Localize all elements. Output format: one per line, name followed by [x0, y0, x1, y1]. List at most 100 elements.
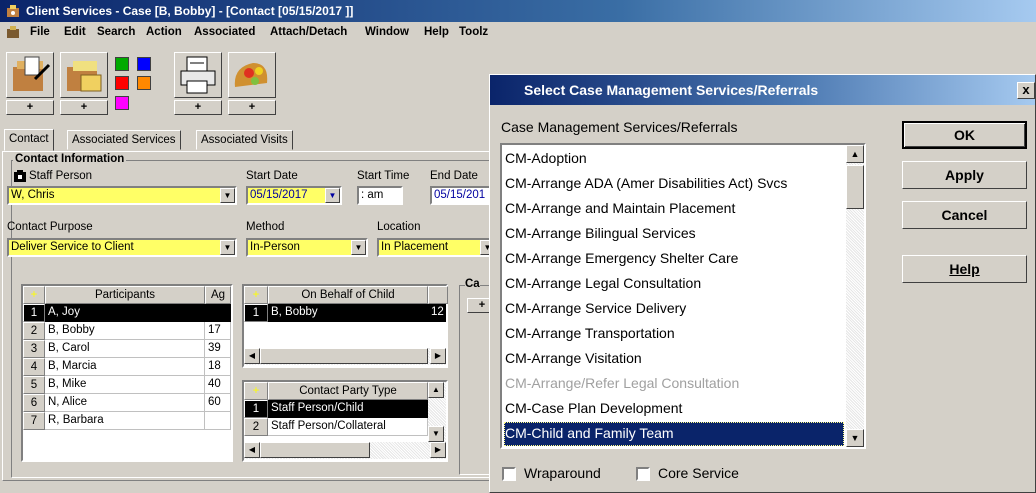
horizontal-scrollbar[interactable]: ◀ ▶: [244, 348, 446, 365]
dropdown-arrow-icon[interactable]: ▼: [220, 240, 235, 255]
menu-associated[interactable]: Associated: [194, 22, 255, 42]
scroll-thumb[interactable]: [260, 348, 428, 364]
dropdown-arrow-icon[interactable]: ▼: [325, 188, 340, 203]
menu-edit[interactable]: Edit: [64, 22, 86, 42]
list-item[interactable]: CM-Arrange and Maintain Placement: [504, 197, 844, 221]
participant-name: B, Mike: [45, 376, 205, 394]
scroll-down-icon[interactable]: ▼: [846, 429, 864, 447]
vertical-scrollbar[interactable]: ▲ ▼: [846, 145, 864, 447]
menu-help[interactable]: Help: [424, 22, 449, 42]
orange-color-icon[interactable]: [137, 76, 151, 90]
contact-purpose-combo[interactable]: Deliver Service to Client ▼: [7, 238, 237, 257]
start-date-label: Start Date: [246, 170, 298, 182]
table-row[interactable]: 1 B, Bobby 12: [244, 304, 446, 322]
list-item[interactable]: CM-Case Plan Development: [504, 397, 844, 421]
list-item[interactable]: CM-Child and Family Team: [504, 422, 844, 446]
start-date-combo[interactable]: 05/15/2017 ▼: [246, 186, 342, 205]
staff-person-combo[interactable]: W, Chris ▼: [7, 186, 237, 205]
list-item[interactable]: CM-Arrange ADA (Amer Disabilities Act) S…: [504, 172, 844, 196]
age-header[interactable]: Ag: [205, 286, 231, 304]
menu-toolz[interactable]: Toolz: [459, 22, 488, 42]
menu-attach-detach[interactable]: Attach/Detach: [270, 22, 347, 42]
add-button-1[interactable]: +: [6, 100, 54, 115]
menu-action[interactable]: Action: [146, 22, 182, 42]
location-label: Location: [377, 221, 421, 233]
section-title: Contact Information: [13, 153, 127, 165]
participant-name: B, Carol: [45, 340, 205, 358]
scroll-thumb[interactable]: [260, 442, 370, 458]
menu-app-icon[interactable]: [5, 24, 21, 40]
add-button-3[interactable]: +: [174, 100, 222, 115]
start-time-field[interactable]: : am: [357, 186, 403, 205]
on-behalf-header[interactable]: On Behalf of Child: [268, 286, 428, 304]
tab-associated-visits[interactable]: Associated Visits: [196, 130, 293, 150]
ok-button[interactable]: OK: [902, 121, 1027, 149]
folder-button[interactable]: [60, 52, 108, 98]
participants-header[interactable]: Participants: [45, 286, 205, 304]
table-row[interactable]: 4 B, Marcia 18: [23, 358, 231, 376]
scroll-up-icon[interactable]: ▲: [846, 145, 864, 163]
magenta-color-icon[interactable]: [115, 96, 129, 110]
table-row[interactable]: 1 A, Joy: [23, 304, 231, 322]
scroll-left-icon[interactable]: ◀: [244, 442, 260, 458]
list-item[interactable]: CM-Arrange/Refer Legal Consultation: [504, 372, 844, 396]
blue-color-icon[interactable]: [137, 57, 151, 71]
start-time-value: : am: [361, 189, 384, 201]
menu-window[interactable]: Window: [365, 22, 409, 42]
horizontal-scrollbar[interactable]: ◀ ▶: [244, 442, 446, 459]
staff-lookup-icon[interactable]: [13, 169, 27, 183]
resources-button[interactable]: [228, 52, 276, 98]
list-item[interactable]: CM-Arrange Emergency Shelter Care: [504, 247, 844, 271]
scroll-up-icon[interactable]: ▲: [428, 382, 444, 398]
scroll-right-icon[interactable]: ▶: [430, 348, 446, 364]
red-color-icon[interactable]: [115, 76, 129, 90]
table-row[interactable]: 2 Staff Person/Collateral: [244, 418, 428, 436]
table-row[interactable]: 3 B, Carol 39: [23, 340, 231, 358]
row-number: 1: [23, 304, 45, 322]
client-file-button[interactable]: [6, 52, 54, 98]
close-icon[interactable]: x: [1017, 82, 1035, 99]
tab-associated-services[interactable]: Associated Services: [67, 130, 181, 150]
contact-party-type: Staff Person/Child: [268, 400, 428, 418]
participant-name: B, Bobby: [45, 322, 205, 340]
help-button[interactable]: Help: [902, 255, 1027, 283]
table-row[interactable]: 6 N, Alice 60: [23, 394, 231, 412]
services-list[interactable]: CM-Adoption CM-Arrange ADA (Amer Disabili…: [500, 143, 866, 449]
list-item[interactable]: CM-Adoption: [504, 147, 844, 171]
table-row[interactable]: 5 B, Mike 40: [23, 376, 231, 394]
table-row[interactable]: 7 R, Barbara: [23, 412, 231, 430]
table-row[interactable]: 2 B, Bobby 17: [23, 322, 231, 340]
scroll-thumb[interactable]: [846, 165, 864, 209]
list-item[interactable]: CM-Arrange Transportation: [504, 322, 844, 346]
row-number: 2: [244, 418, 268, 436]
location-combo[interactable]: In Placement ▼: [377, 238, 497, 257]
table-row[interactable]: 1 Staff Person/Child: [244, 400, 428, 418]
core-service-checkbox[interactable]: [636, 467, 650, 481]
list-item[interactable]: CM-Arrange Visitation: [504, 347, 844, 371]
wraparound-checkbox[interactable]: [502, 467, 516, 481]
add-button-2[interactable]: +: [60, 100, 108, 115]
vertical-scrollbar[interactable]: ▲ ▼: [428, 382, 446, 442]
list-item[interactable]: CM-Arrange Legal Consultation: [504, 272, 844, 296]
tab-contact[interactable]: Contact: [4, 129, 54, 151]
print-button[interactable]: [174, 52, 222, 98]
participant-age: 18: [205, 358, 231, 376]
contact-party-header[interactable]: Contact Party Type: [268, 382, 428, 400]
dropdown-arrow-icon[interactable]: ▼: [351, 240, 366, 255]
participant-name: R, Barbara: [45, 412, 205, 430]
method-combo[interactable]: In-Person ▼: [246, 238, 368, 257]
scroll-right-icon[interactable]: ▶: [430, 442, 446, 458]
list-item[interactable]: CM-Arrange Service Delivery: [504, 297, 844, 321]
menu-search[interactable]: Search: [97, 22, 135, 42]
on-behalf-grid: + On Behalf of Child 1 B, Bobby 12 ◀ ▶: [242, 284, 448, 368]
scroll-down-icon[interactable]: ▼: [428, 426, 444, 442]
contact-party-type: Staff Person/Collateral: [268, 418, 428, 436]
dropdown-arrow-icon[interactable]: ▼: [220, 188, 235, 203]
green-color-icon[interactable]: [115, 57, 129, 71]
cancel-button[interactable]: Cancel: [902, 201, 1027, 229]
menu-file[interactable]: File: [30, 22, 50, 42]
apply-button[interactable]: Apply: [902, 161, 1027, 189]
scroll-left-icon[interactable]: ◀: [244, 348, 260, 364]
add-button-4[interactable]: +: [228, 100, 276, 115]
list-item[interactable]: CM-Arrange Bilingual Services: [504, 222, 844, 246]
